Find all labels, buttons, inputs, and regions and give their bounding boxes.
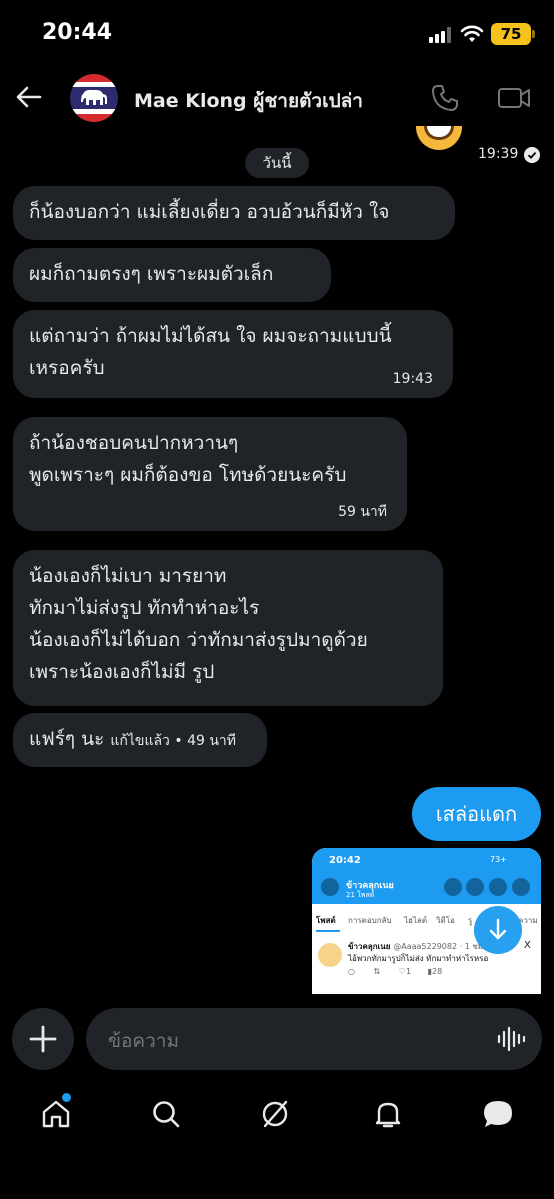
avatar[interactable]: [70, 74, 118, 122]
message-text: แฟร์ๆ นะ: [29, 728, 105, 750]
message-bubble[interactable]: น้องเองก็ไม่เบา มารยาท ทักมาไม่ส่งรูป ทั…: [13, 550, 443, 706]
screenshot-share-icon: [512, 878, 530, 896]
message-text: น้องเองก็ไม่เบา มารยาท: [29, 565, 227, 587]
screenshot-status: 73+: [490, 855, 507, 864]
message-text: แต่ถามว่า ถ้าผมไม่ได้สน ใจ ผมจะถามแบบนี้: [29, 325, 392, 347]
search-icon[interactable]: [150, 1098, 182, 1130]
message-text: พูดเพราะๆ ผมก็ต้องขอ โทษด้วยนะครับ: [29, 464, 347, 486]
read-receipt-icon: [524, 147, 540, 163]
notifications-bell-icon[interactable]: [372, 1098, 404, 1130]
notification-dot: [62, 1093, 71, 1102]
screenshot-tab: โพสต์: [316, 916, 336, 925]
screenshot-search-icon: [466, 878, 484, 896]
screenshot-edit-icon: [489, 878, 507, 896]
message-composer: ข้อความ: [0, 1000, 554, 1080]
status-bar: 20:44 75: [0, 0, 554, 70]
voice-message-icon[interactable]: [496, 1025, 526, 1053]
contact-name[interactable]: Mae Klong ผู้ชายตัวเปล่า: [134, 86, 363, 116]
screenshot-like-icon: ♡: [398, 967, 406, 976]
screenshot-tab-indicator: [316, 930, 340, 932]
message-text: ก็น้องบอกว่า แม่เลี้ยงเดี่ยว อวบอ้วนก็มี…: [29, 201, 390, 223]
screenshot-tab: วิดีโอ: [436, 916, 455, 925]
screenshot-time: 20:42: [329, 855, 361, 866]
message-timestamp: 19:39: [478, 146, 519, 162]
battery-level: 75: [500, 25, 522, 43]
screenshot-post-text: ไอ้พวกทักมารูปก็ไม่ส่ง ทักมาทำห่าไรหรอ: [348, 954, 489, 963]
screenshot-post-actions: ○ ⇅ ♡1 ▮28: [348, 967, 442, 976]
grinning-emoji-icon: [416, 126, 462, 152]
battery-indicator: 75: [491, 23, 531, 45]
message-text: เหรอครับ: [29, 357, 105, 379]
elephant-icon: [81, 89, 107, 105]
message-text: น้องเองก็ไม่ได้บอก ว่าทักมาส่งรูปมาดูด้ว…: [29, 629, 368, 651]
scroll-down-icon[interactable]: [474, 906, 522, 954]
grok-icon[interactable]: [259, 1098, 291, 1130]
screenshot-author-name: ข้าวคลุกเนย: [348, 942, 391, 951]
messages-icon[interactable]: [482, 1098, 514, 1130]
screenshot-icon: [444, 878, 462, 896]
screenshot-tab: ไฮไลต์: [404, 916, 428, 925]
screenshot-post-count: 21 โพสต์: [346, 891, 375, 899]
message-bubble[interactable]: ถ้าน้องชอบคนปากหวานๆ พูดเพราะๆ ผมก็ต้องข…: [13, 417, 407, 531]
screenshot-reply-icon: ○: [348, 967, 355, 976]
status-time: 20:44: [42, 20, 113, 45]
phone-call-icon[interactable]: [430, 83, 460, 113]
message-text: ผมก็ถามตรงๆ เพราะผมตัวเล็ก: [29, 263, 274, 285]
message-bubble[interactable]: แฟร์ๆ นะ แก้ไขแล้ว • 49 นาที: [13, 713, 267, 767]
x-logo-icon: X: [524, 940, 531, 951]
bottom-tab-bar: [0, 1080, 554, 1199]
message-bubble[interactable]: ก็น้องบอกว่า แม่เลี้ยงเดี่ยว อวบอ้วนก็มี…: [13, 186, 455, 240]
screenshot-repost-icon: ⇅: [373, 967, 381, 976]
screenshot-like-count: 1: [405, 967, 412, 976]
battery-tip: [532, 30, 535, 38]
home-icon[interactable]: [40, 1098, 72, 1130]
message-timestamp: 59 นาที: [338, 504, 387, 520]
message-bubble[interactable]: ผมก็ถามตรงๆ เพราะผมตัวเล็ก: [13, 248, 331, 302]
wifi-icon: [460, 25, 484, 42]
message-input-placeholder: ข้อความ: [108, 1030, 179, 1052]
screenshot-view-count: 28: [432, 967, 443, 976]
signal-icon: [429, 27, 455, 43]
video-call-icon[interactable]: [497, 84, 531, 112]
screenshot-tab: การตอบกลับ: [348, 916, 392, 925]
message-text: ทักมาไม่ส่งรูป ทักทำห่าอะไร: [29, 597, 260, 619]
screenshot-post-handle: @Aaaa5229082 · 1 ชม.: [393, 942, 486, 951]
sent-message-bubble[interactable]: เสล่อแดก: [412, 787, 541, 841]
screenshot-avatar: [318, 943, 342, 967]
message-bubble[interactable]: แต่ถามว่า ถ้าผมไม่ได้สน ใจ ผมจะถามแบบนี้…: [13, 310, 453, 398]
message-timestamp: 19:43: [392, 371, 433, 387]
date-divider: วันนี้: [245, 148, 309, 178]
message-text: เพราะน้องเองก็ไม่มี รูป: [29, 661, 215, 683]
screenshot-back-icon: [321, 878, 339, 896]
back-arrow-icon[interactable]: [14, 82, 44, 112]
message-input[interactable]: ข้อความ: [86, 1008, 542, 1070]
edited-timestamp: แก้ไขแล้ว • 49 นาที: [110, 733, 237, 749]
add-attachment-button[interactable]: [12, 1008, 74, 1070]
shared-screenshot[interactable]: 20:42 73+ ข้าวคลุกเนย 21 โพสต์ โพสต์ การ…: [312, 848, 541, 994]
screenshot-tab: รู: [468, 916, 473, 925]
plus-icon: [29, 1025, 57, 1053]
chat-header: Mae Klong ผู้ชายตัวเปล่า: [0, 70, 554, 130]
message-text: ถ้าน้องชอบคนปากหวานๆ: [29, 432, 239, 454]
